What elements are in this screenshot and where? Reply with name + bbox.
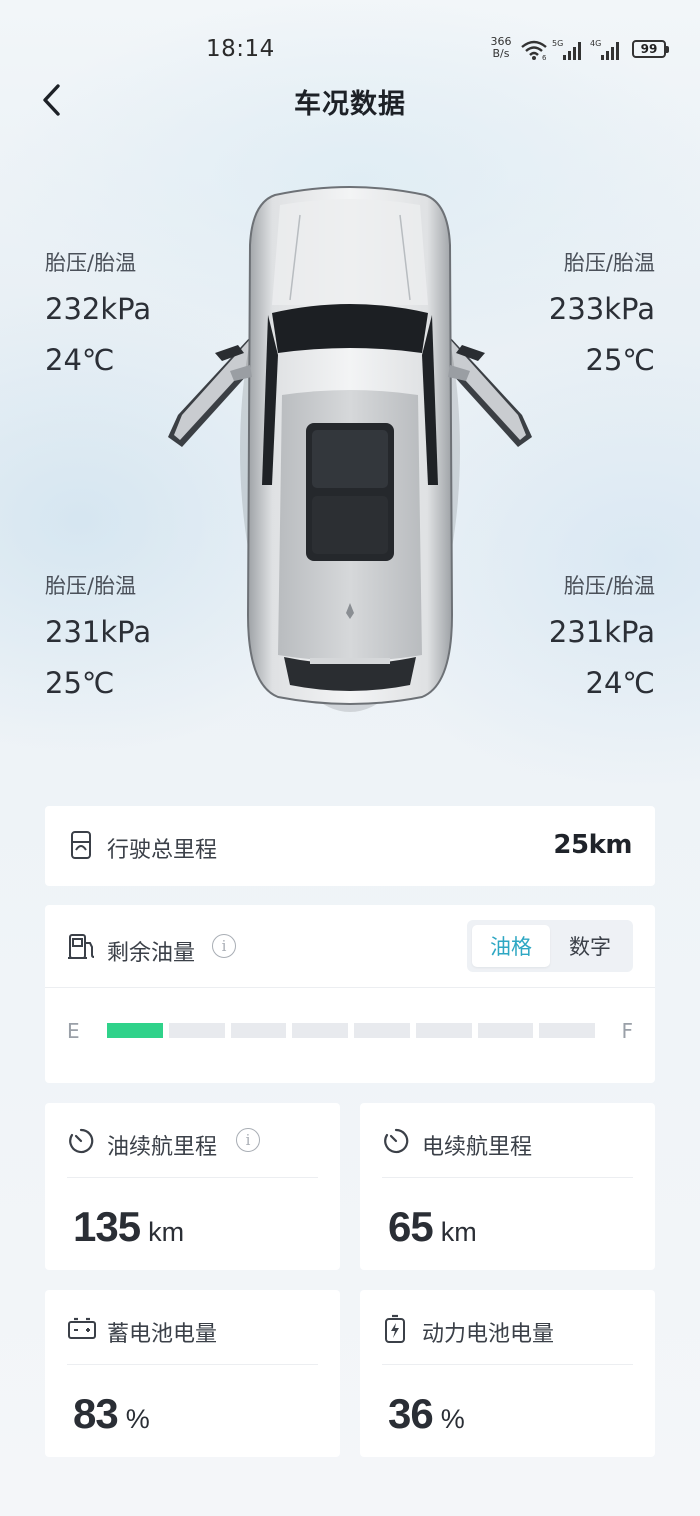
svg-text:5G: 5G: [552, 39, 563, 48]
timer-icon: [69, 1128, 94, 1154]
fuel-gauge-segment: [539, 1023, 595, 1038]
remaining-fuel-card: 剩余油量 i 油格 数字 E F: [45, 905, 655, 1083]
power-battery-card: 动力电池电量 36%: [360, 1290, 655, 1457]
total-mileage-card: 行驶总里程 25km: [45, 806, 655, 886]
network-speed: 366 B/s: [486, 36, 516, 60]
battery-12v-value: 83%: [73, 1390, 150, 1438]
power-battery-label: 动力电池电量: [422, 1322, 555, 1347]
fuel-gauge-segment: [477, 1023, 534, 1038]
status-time: 18:14: [206, 36, 275, 62]
info-icon[interactable]: i: [236, 1128, 260, 1152]
fuel-range-label: 油续航里程: [107, 1135, 218, 1160]
divider: [382, 1364, 633, 1365]
total-mileage-value: 25km: [553, 830, 632, 860]
fuel-range-card: 油续航里程 i 135 km: [45, 1103, 340, 1270]
battery-12v-card: 蓄电池电量 83%: [45, 1290, 340, 1457]
value-number: 36: [388, 1390, 434, 1437]
network-speed-unit: B/s: [492, 47, 510, 60]
fuel-range-value: 135 km: [73, 1203, 184, 1251]
fuel-gauge-segment: [354, 1023, 410, 1038]
power-battery-value: 36%: [388, 1390, 465, 1438]
electric-range-card: 电续航里程 65 km: [360, 1103, 655, 1270]
divider: [382, 1177, 633, 1178]
wifi-icon: 6: [521, 40, 547, 62]
value-unit: km: [148, 1217, 185, 1247]
charging-battery-icon: [385, 1314, 405, 1343]
gauge-full-label: F: [621, 1019, 633, 1043]
gauge-empty-label: E: [67, 1019, 80, 1043]
battery-icon: 99: [632, 40, 669, 58]
toggle-option-number[interactable]: 数字: [551, 925, 629, 967]
fuel-pump-icon: [68, 934, 95, 959]
status-icons: 366 B/s 6 5G 4G 99: [486, 36, 676, 66]
electric-range-value: 65 km: [388, 1203, 477, 1251]
fuel-gauge-segment: [168, 1023, 225, 1038]
page-title: 车况数据: [294, 89, 406, 120]
fuel-gauge: [107, 1023, 595, 1038]
divider: [45, 987, 655, 988]
svg-text:6: 6: [542, 54, 547, 62]
battery-level: 99: [640, 42, 658, 56]
car-battery-icon: [68, 1317, 96, 1339]
svg-text:4G: 4G: [590, 39, 601, 48]
value-number: 65: [388, 1203, 434, 1250]
fuel-gauge-segment: [230, 1023, 287, 1038]
fuel-gauge-segment: [415, 1023, 472, 1038]
value-unit: km: [440, 1217, 477, 1247]
battery-12v-label: 蓄电池电量: [107, 1322, 218, 1347]
signal-4g-icon: 4G: [590, 39, 619, 60]
value-unit: %: [440, 1404, 465, 1434]
electric-range-label: 电续航里程: [422, 1135, 533, 1160]
value-number: 135: [73, 1203, 141, 1250]
value-unit: %: [125, 1404, 150, 1434]
odometer-icon: [71, 831, 91, 859]
divider: [67, 1177, 318, 1178]
toggle-option-bars[interactable]: 油格: [472, 925, 550, 967]
fuel-gauge-segment: [292, 1023, 348, 1038]
divider: [67, 1364, 318, 1365]
timer-icon: [384, 1128, 409, 1154]
total-mileage-label: 行驶总里程: [107, 838, 218, 863]
info-icon[interactable]: i: [212, 934, 236, 958]
signal-5g-icon: 5G: [552, 39, 581, 60]
value-number: 83: [73, 1390, 119, 1437]
remaining-fuel-label: 剩余油量: [107, 941, 196, 966]
fuel-gauge-segment: [107, 1023, 163, 1038]
car-top-view-image: [168, 186, 532, 712]
fuel-display-toggle: 油格 数字: [467, 920, 633, 972]
